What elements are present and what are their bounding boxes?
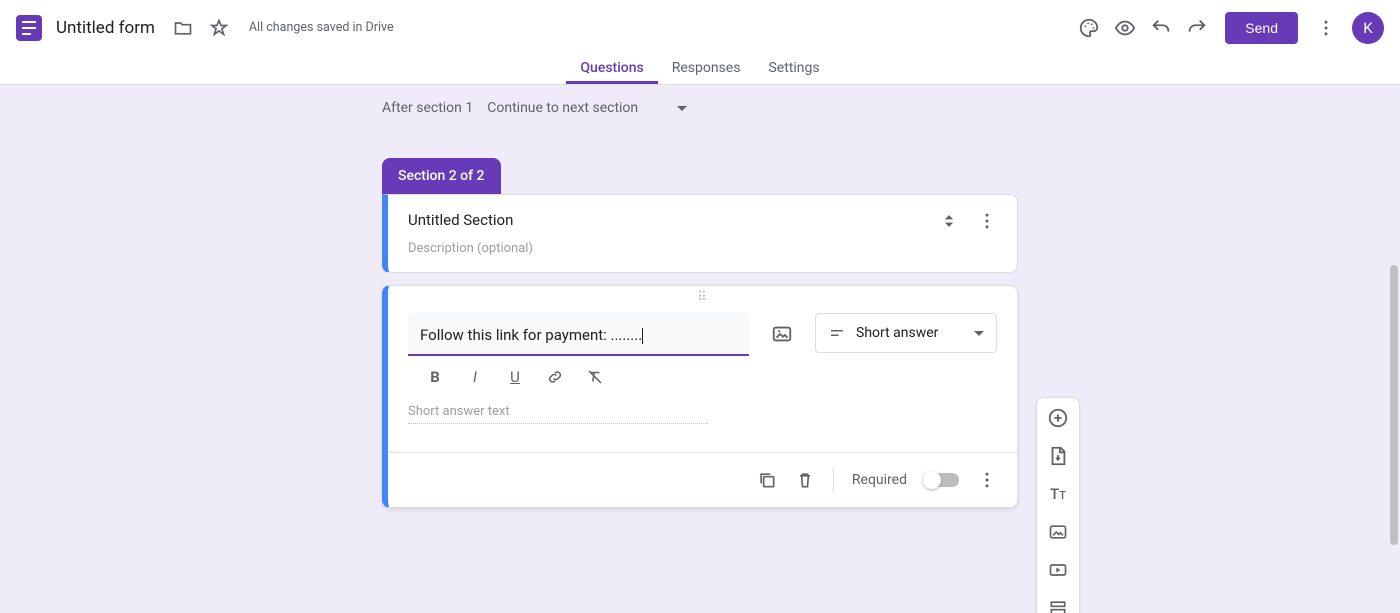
separator bbox=[833, 467, 834, 493]
question-input[interactable]: Follow this link for payment: ........ bbox=[420, 326, 642, 344]
section-description[interactable]: Description (optional) bbox=[408, 241, 533, 256]
add-title-button[interactable]: Tᴛ bbox=[1046, 482, 1070, 506]
question-type-select[interactable]: Short answer bbox=[815, 313, 997, 353]
save-status: All changes saved in Drive bbox=[249, 20, 394, 35]
add-image-button[interactable] bbox=[763, 315, 801, 353]
section-pill: Section 2 of 2 bbox=[382, 158, 501, 194]
chevron-down-icon bbox=[677, 106, 687, 111]
drag-handle-icon[interactable]: ⠿ bbox=[388, 286, 1017, 305]
short-answer-icon bbox=[828, 324, 846, 342]
question-more-icon[interactable] bbox=[977, 470, 997, 490]
chevron-down-icon bbox=[974, 331, 984, 336]
avatar[interactable]: K bbox=[1352, 12, 1384, 44]
import-questions-button[interactable] bbox=[1046, 444, 1070, 468]
tab-questions[interactable]: Questions bbox=[566, 55, 657, 84]
format-toolbar: B I U bbox=[408, 356, 997, 396]
collapse-icon[interactable] bbox=[939, 211, 959, 231]
underline-button[interactable]: U bbox=[504, 366, 526, 388]
tab-responses[interactable]: Responses bbox=[658, 55, 755, 84]
after-section-row: After section 1 Continue to next section bbox=[382, 85, 1018, 134]
undo-icon[interactable] bbox=[1149, 16, 1173, 40]
required-label: Required bbox=[852, 472, 907, 488]
link-button[interactable] bbox=[544, 366, 566, 388]
required-toggle[interactable] bbox=[925, 473, 959, 487]
section-more-icon[interactable] bbox=[977, 211, 997, 231]
add-image-button[interactable] bbox=[1046, 520, 1070, 544]
canvas: Short answer text After section 1 Contin… bbox=[0, 85, 1400, 613]
redo-icon[interactable] bbox=[1185, 16, 1209, 40]
add-section-button[interactable] bbox=[1046, 596, 1070, 613]
question-input-wrap[interactable]: Follow this link for payment: ........ bbox=[408, 313, 749, 356]
floating-toolbar: Tᴛ bbox=[1036, 397, 1080, 613]
forms-logo[interactable] bbox=[16, 15, 42, 41]
after-section-value: Continue to next section bbox=[487, 100, 638, 116]
add-video-button[interactable] bbox=[1046, 558, 1070, 582]
section-title[interactable]: Untitled Section bbox=[408, 211, 533, 229]
folder-icon[interactable] bbox=[171, 16, 195, 40]
star-icon[interactable] bbox=[207, 16, 231, 40]
send-button[interactable]: Send bbox=[1225, 12, 1298, 44]
after-section-label: After section 1 bbox=[382, 100, 473, 116]
add-question-button[interactable] bbox=[1046, 406, 1070, 430]
after-section-select[interactable]: Continue to next section bbox=[487, 100, 687, 116]
preview-icon[interactable] bbox=[1113, 16, 1137, 40]
clear-format-button[interactable] bbox=[584, 366, 606, 388]
question-card[interactable]: ⠿ Follow this link for payment: ........… bbox=[382, 285, 1018, 508]
delete-button[interactable] bbox=[795, 470, 815, 490]
question-type-label: Short answer bbox=[856, 325, 938, 341]
answer-placeholder: Short answer text bbox=[408, 404, 997, 419]
answer-underline bbox=[408, 423, 708, 424]
italic-button[interactable]: I bbox=[464, 366, 486, 388]
question-footer: Required bbox=[388, 452, 1017, 507]
tabs-bar: Questions Responses Settings bbox=[0, 55, 1400, 85]
section-header-card[interactable]: Untitled Section Description (optional) bbox=[382, 194, 1018, 273]
duplicate-button[interactable] bbox=[757, 470, 777, 490]
bold-button[interactable]: B bbox=[424, 366, 446, 388]
scrollbar[interactable] bbox=[1390, 265, 1398, 545]
more-icon[interactable] bbox=[1314, 16, 1338, 40]
form-title[interactable]: Untitled form bbox=[56, 18, 155, 38]
palette-icon[interactable] bbox=[1077, 16, 1101, 40]
tab-settings[interactable]: Settings bbox=[754, 55, 833, 84]
app-header: Untitled form All changes saved in Drive… bbox=[0, 0, 1400, 55]
